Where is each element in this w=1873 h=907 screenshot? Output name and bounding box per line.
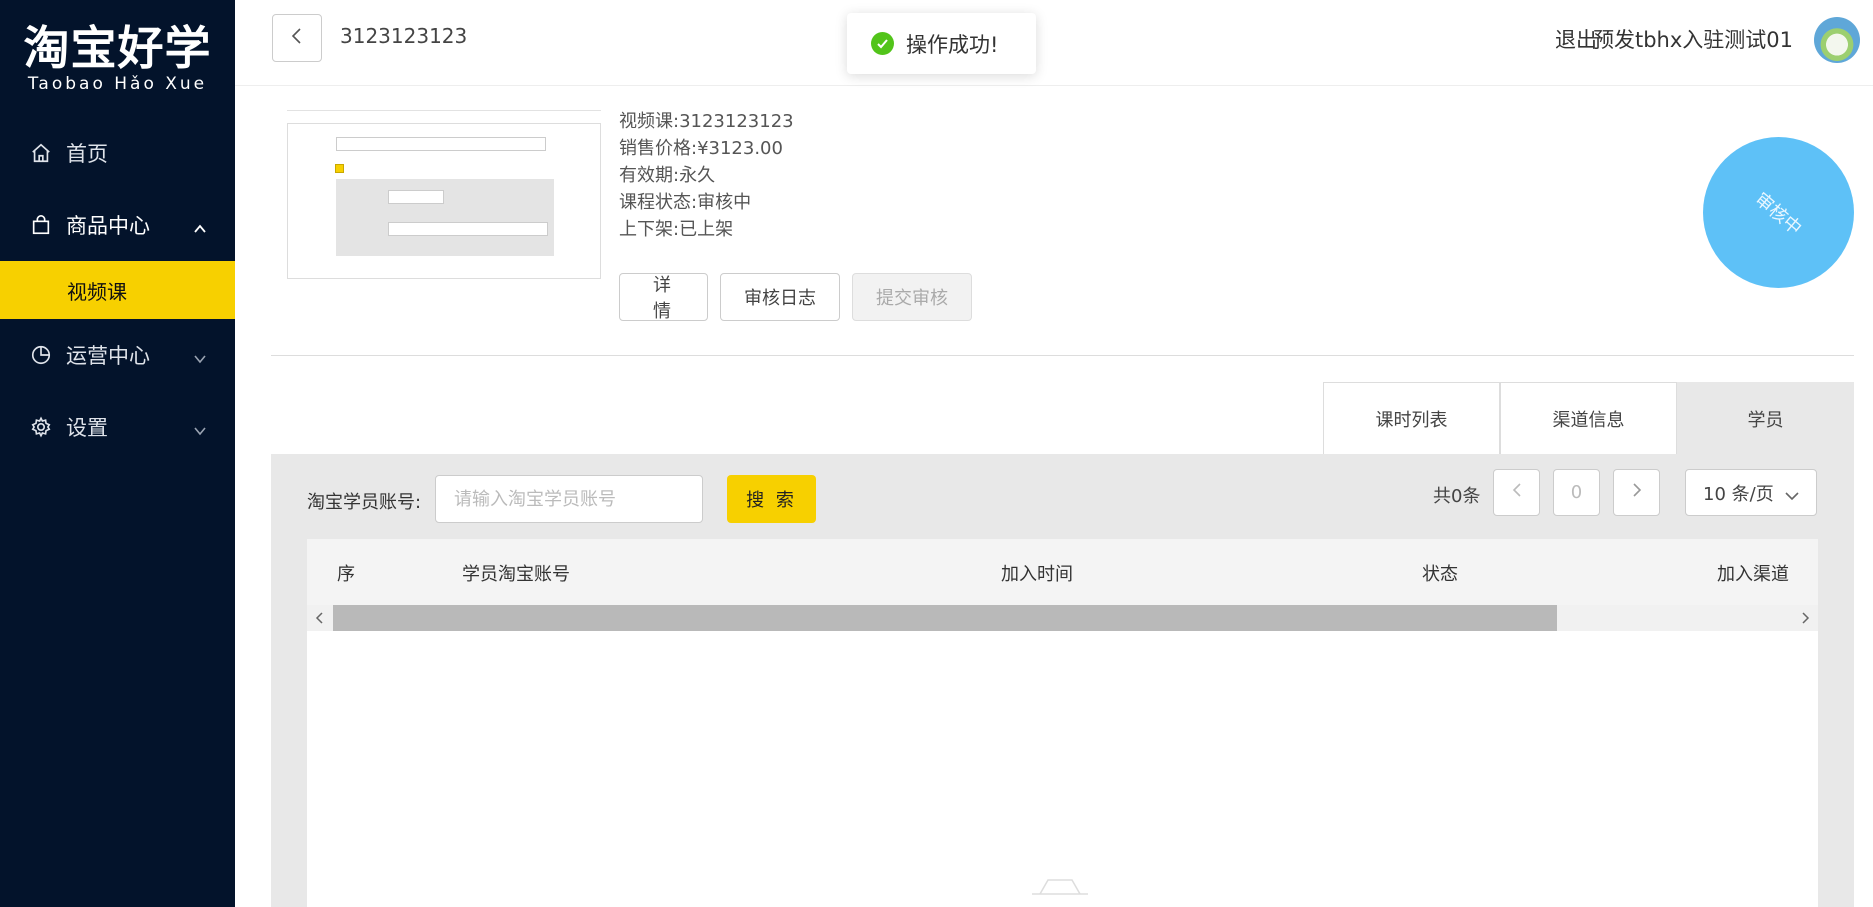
thumbnail-decoration: [336, 179, 554, 256]
thumbnail-decoration: [336, 137, 546, 151]
course-listing-label: 上下架:: [619, 219, 680, 240]
course-listing: 已上架: [679, 219, 734, 240]
course-status: 审核中: [697, 192, 752, 213]
chevron-down-icon: [1784, 486, 1800, 507]
submit-audit-button: 提交审核: [852, 273, 972, 321]
logo: 淘宝好学 Taobao Hǎo Xue: [0, 22, 235, 94]
status-stamp-text: 审核中: [1750, 188, 1805, 240]
total-count: 共0条: [1433, 486, 1481, 507]
chevron-left-icon: [1512, 482, 1522, 503]
column-header-channel: 加入渠道: [1717, 564, 1789, 585]
course-status-row: 课程状态:审核中: [619, 189, 794, 216]
column-header-index: 序: [337, 564, 355, 585]
course-price: ¥3123.00: [697, 138, 783, 159]
sidebar-item-label: 首页: [66, 142, 108, 166]
app-root: 淘宝好学 Taobao Hǎo Xue 首页 商品中心 视频课 运营中心 设置 …: [0, 0, 1873, 907]
logout-link[interactable]: 退出: [1555, 24, 1597, 54]
audit-log-button[interactable]: 审核日志: [720, 273, 840, 321]
sidebar-item-home[interactable]: 首页: [0, 117, 235, 189]
empty-data-icon: [1032, 879, 1088, 895]
chevron-down-icon: [193, 347, 207, 371]
pie-chart-icon: [30, 344, 52, 366]
course-info: 视频课:3123123123 销售价格:¥3123.00 有效期:永久 课程状态…: [619, 108, 794, 243]
detail-button[interactable]: 详 情: [619, 273, 708, 322]
back-button[interactable]: [272, 14, 322, 62]
checkbox-icon: [335, 164, 344, 173]
course-name-label: 视频课:: [619, 111, 680, 132]
horizontal-scrollbar[interactable]: [307, 605, 1818, 631]
sidebar-item-operation-center[interactable]: 运营中心: [0, 319, 235, 391]
scroll-right-icon[interactable]: [1796, 609, 1814, 627]
scrollbar-thumb[interactable]: [333, 605, 1557, 631]
course-validity: 永久: [679, 165, 716, 186]
course-name: 3123123123: [679, 111, 794, 132]
next-page-button[interactable]: [1613, 469, 1660, 516]
section-divider: [271, 355, 1854, 356]
chevron-up-icon: [193, 217, 207, 241]
tab-students[interactable]: 学员: [1677, 382, 1854, 454]
table-header: 序 学员淘宝账号 加入时间 状态 加入渠道: [307, 539, 1818, 605]
thumbnail-decoration: [388, 222, 548, 236]
sidebar-item-label: 设置: [66, 416, 108, 440]
students-panel: 课时列表 渠道信息 学员 淘宝学员账号: 搜 索 共0条 0 10 条/页 序 …: [271, 382, 1854, 907]
course-price-row: 销售价格:¥3123.00: [619, 135, 794, 162]
divider: [287, 110, 601, 111]
page-size-value: 10 条/页: [1703, 483, 1774, 505]
avatar[interactable]: [1814, 17, 1860, 63]
course-name-row: 视频课:3123123123: [619, 108, 794, 135]
gear-icon: [30, 416, 52, 438]
logo-subtext: Taobao Hǎo Xue: [27, 74, 208, 94]
tab-lesson-list[interactable]: 课时列表: [1323, 382, 1500, 454]
course-validity-row: 有效期:永久: [619, 162, 794, 189]
success-toast: 操作成功!: [847, 13, 1036, 74]
action-buttons: 详 情 审核日志 提交审核: [619, 273, 972, 322]
sidebar-item-product-center[interactable]: 商品中心: [0, 189, 235, 261]
search-button[interactable]: 搜 索: [727, 475, 816, 523]
sidebar-item-video-course[interactable]: 视频课: [0, 261, 235, 319]
page-size-select[interactable]: 10 条/页: [1685, 469, 1817, 516]
course-thumbnail[interactable]: [287, 123, 601, 279]
home-icon: [30, 142, 52, 164]
status-stamp: 审核中: [1703, 137, 1854, 288]
course-price-label: 销售价格:: [619, 138, 698, 159]
student-account-input[interactable]: [435, 475, 703, 523]
course-status-label: 课程状态:: [619, 192, 698, 213]
username: 预发tbhx入驻测试01: [1592, 28, 1793, 52]
chevron-down-icon: [193, 419, 207, 443]
column-header-account: 学员淘宝账号: [462, 564, 570, 585]
prev-page-button[interactable]: [1493, 469, 1540, 516]
chevron-left-icon: [290, 27, 304, 49]
sidebar-item-label: 运营中心: [66, 344, 150, 368]
tab-channel-info[interactable]: 渠道信息: [1500, 382, 1677, 454]
bag-icon: [30, 214, 52, 236]
logo-text: 淘宝好学: [23, 21, 212, 75]
course-listing-row: 上下架:已上架: [619, 216, 794, 243]
course-validity-label: 有效期:: [619, 165, 680, 186]
check-circle-icon: [871, 32, 894, 55]
sidebar: 淘宝好学 Taobao Hǎo Xue 首页 商品中心 视频课 运营中心 设置: [0, 0, 235, 907]
tabs-bar: 课时列表 渠道信息 学员: [271, 382, 1854, 454]
toast-message: 操作成功!: [906, 32, 999, 57]
scroll-left-icon[interactable]: [311, 609, 329, 627]
sidebar-item-label: 商品中心: [66, 214, 150, 238]
students-table: 序 学员淘宝账号 加入时间 状态 加入渠道: [307, 539, 1818, 907]
sidebar-item-settings[interactable]: 设置: [0, 391, 235, 463]
column-header-join-time: 加入时间: [1001, 564, 1073, 585]
search-label: 淘宝学员账号:: [307, 492, 422, 513]
page-title: 3123123123: [340, 24, 468, 48]
page-number-input[interactable]: 0: [1553, 469, 1600, 516]
chevron-right-icon: [1632, 482, 1642, 503]
sidebar-nav: 首页 商品中心 视频课 运营中心 设置: [0, 117, 235, 463]
column-header-status: 状态: [1422, 564, 1458, 585]
thumbnail-decoration: [388, 190, 444, 204]
top-header: 3123123123 退出 预发tbhx入驻测试01: [235, 0, 1873, 86]
